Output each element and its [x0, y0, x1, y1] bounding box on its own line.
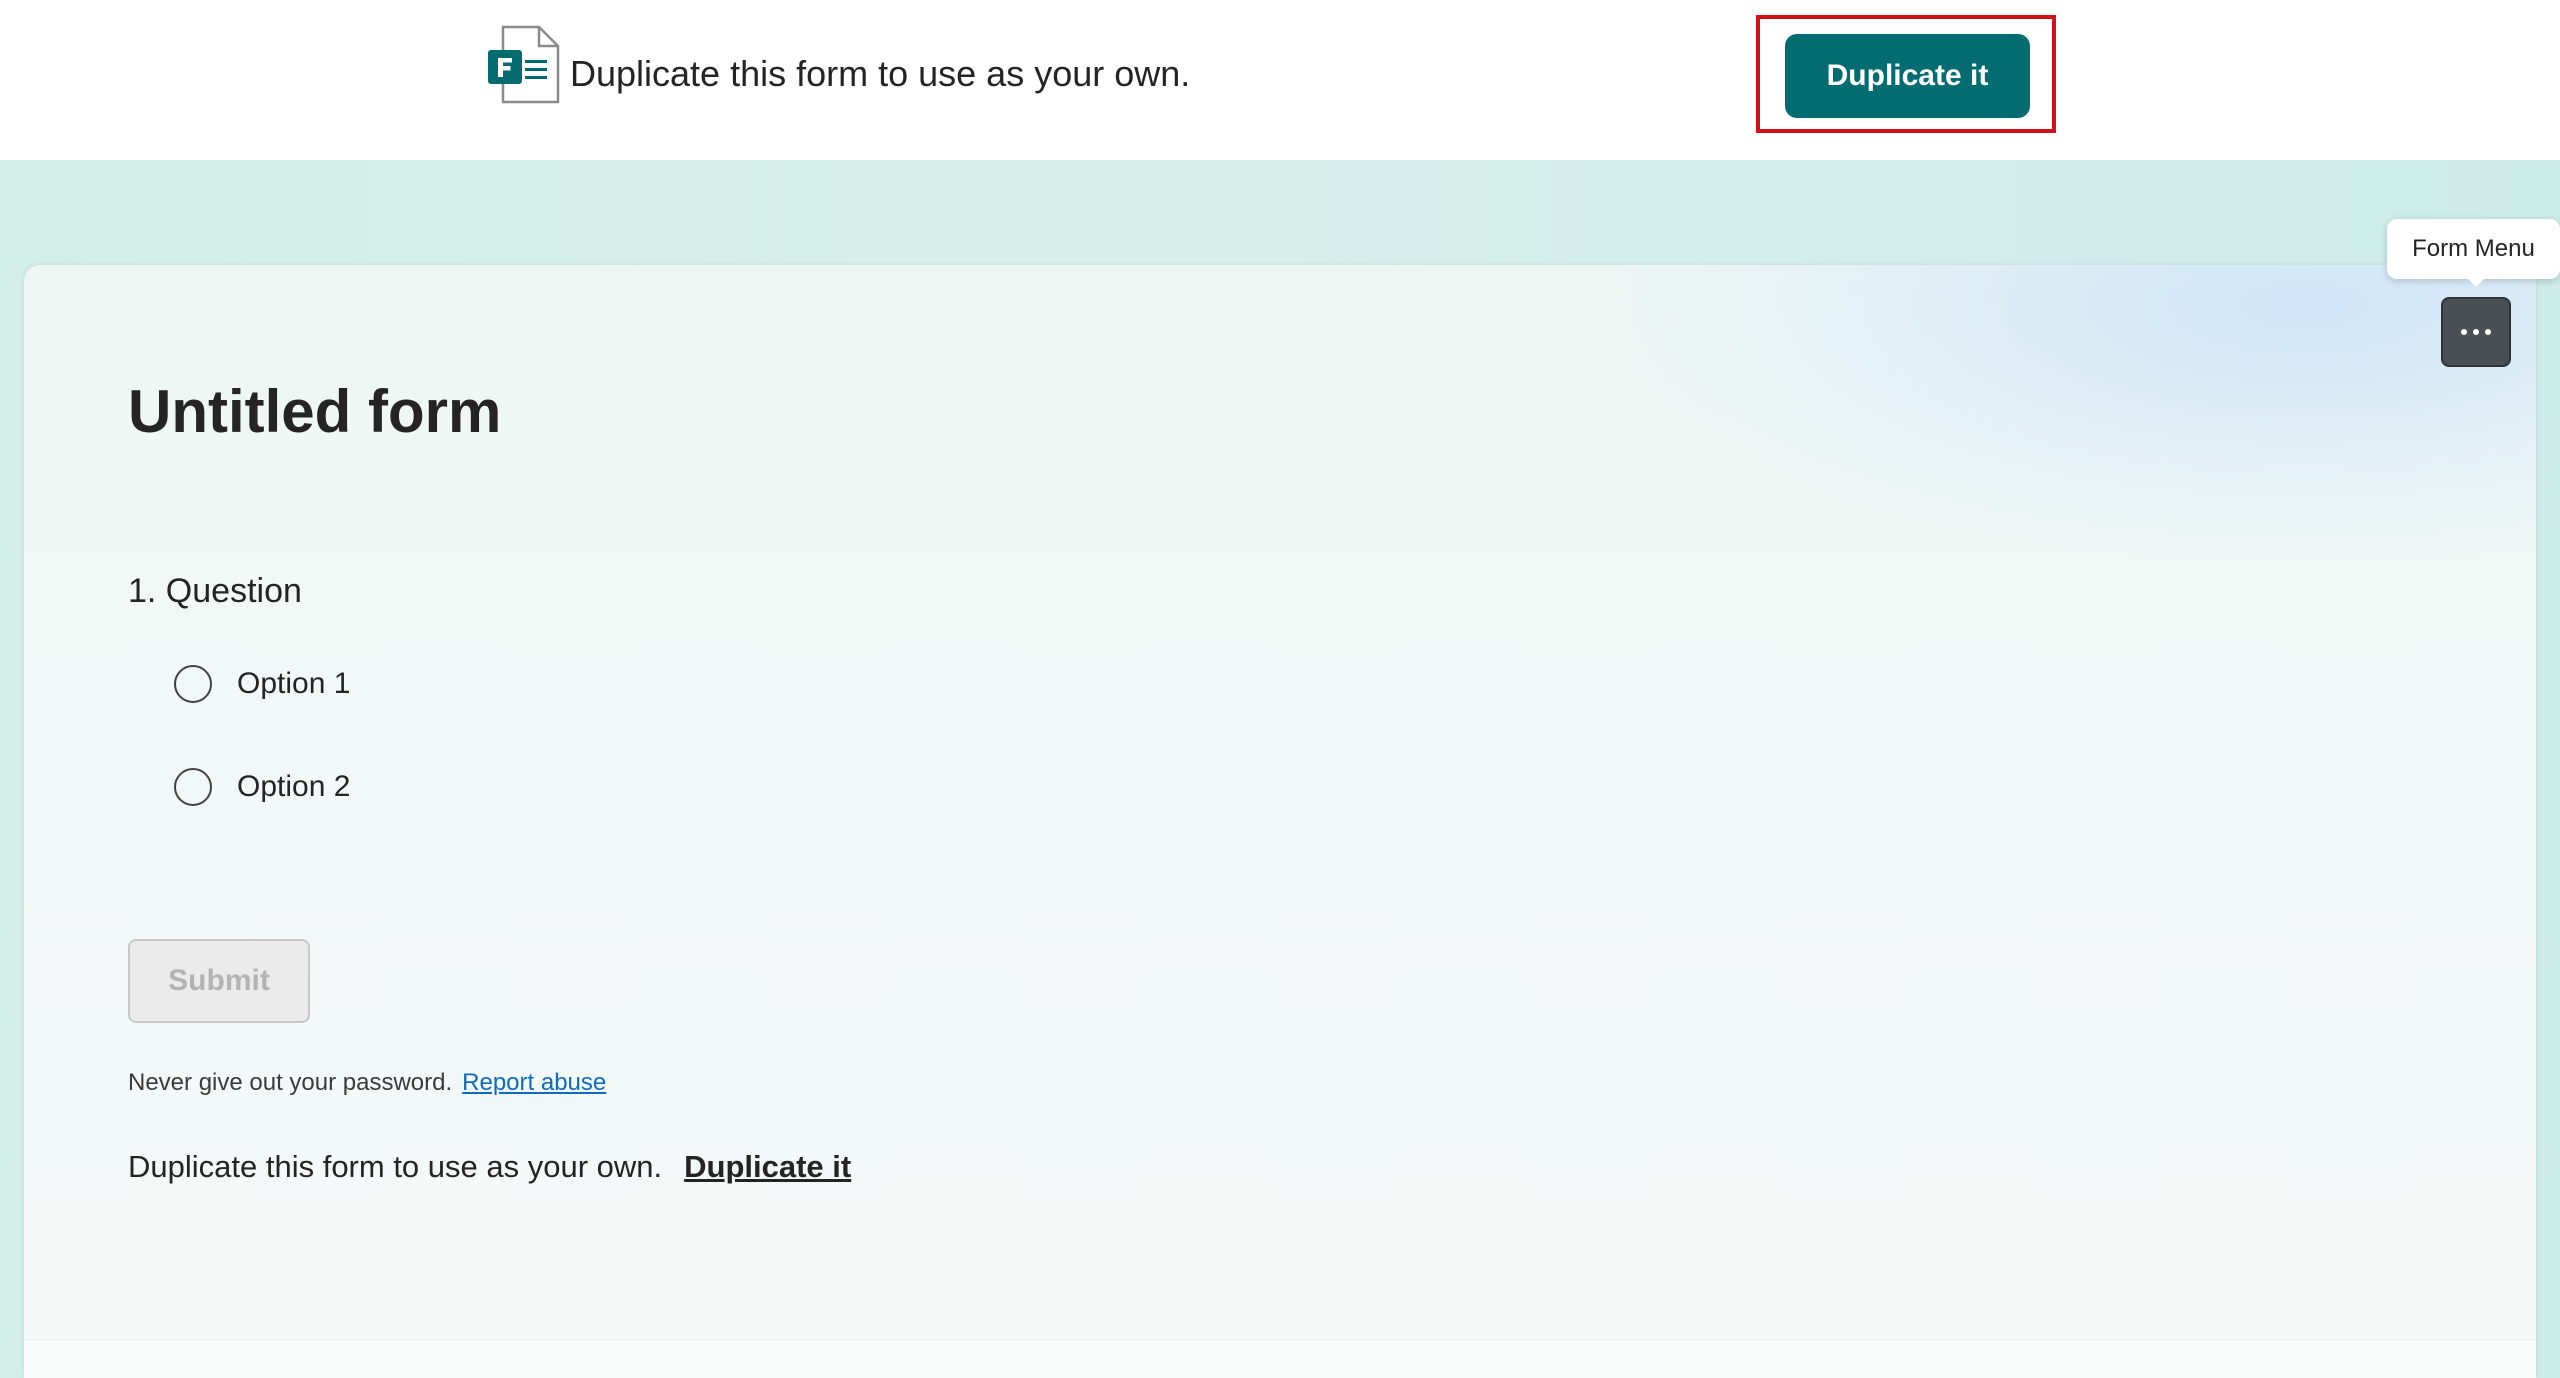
- form-menu-button[interactable]: [2441, 297, 2511, 367]
- submit-button[interactable]: Submit: [128, 939, 310, 1023]
- more-horizontal-icon: [2461, 329, 2491, 335]
- password-note: Never give out your password. Report abus…: [128, 1069, 606, 1097]
- option-label: Option 1: [237, 667, 351, 700]
- duplicate-button[interactable]: Duplicate it: [1785, 34, 2030, 118]
- form-menu-tooltip: Form Menu: [2387, 219, 2560, 279]
- duplicate-footer: Duplicate this form to use as your own. D…: [128, 1149, 851, 1185]
- radio-circle-icon[interactable]: [174, 768, 212, 806]
- question-title: 1. Question: [128, 572, 302, 610]
- banner-text: Duplicate this form to use as your own.: [570, 53, 1191, 94]
- option-2-radio[interactable]: Option 2: [174, 765, 350, 809]
- option-label: Option 2: [237, 770, 351, 803]
- option-1-radio[interactable]: Option 1: [174, 662, 350, 706]
- password-note-text: Never give out your password.: [128, 1069, 453, 1096]
- duplicate-link[interactable]: Duplicate it: [684, 1149, 851, 1184]
- card-footer-strip: [24, 1339, 2536, 1378]
- radio-circle-icon[interactable]: [174, 665, 212, 703]
- form-title: Untitled form: [128, 378, 502, 445]
- form-card: Untitled form 1. Question Option 1 Optio…: [24, 265, 2536, 1378]
- microsoft-forms-logo-icon: [488, 25, 560, 104]
- tooltip-arrow: [2466, 277, 2486, 287]
- duplicate-footer-text: Duplicate this form to use as your own.: [128, 1149, 663, 1184]
- duplicate-banner: Duplicate this form to use as your own. …: [0, 0, 2560, 160]
- report-abuse-link[interactable]: Report abuse: [462, 1069, 606, 1096]
